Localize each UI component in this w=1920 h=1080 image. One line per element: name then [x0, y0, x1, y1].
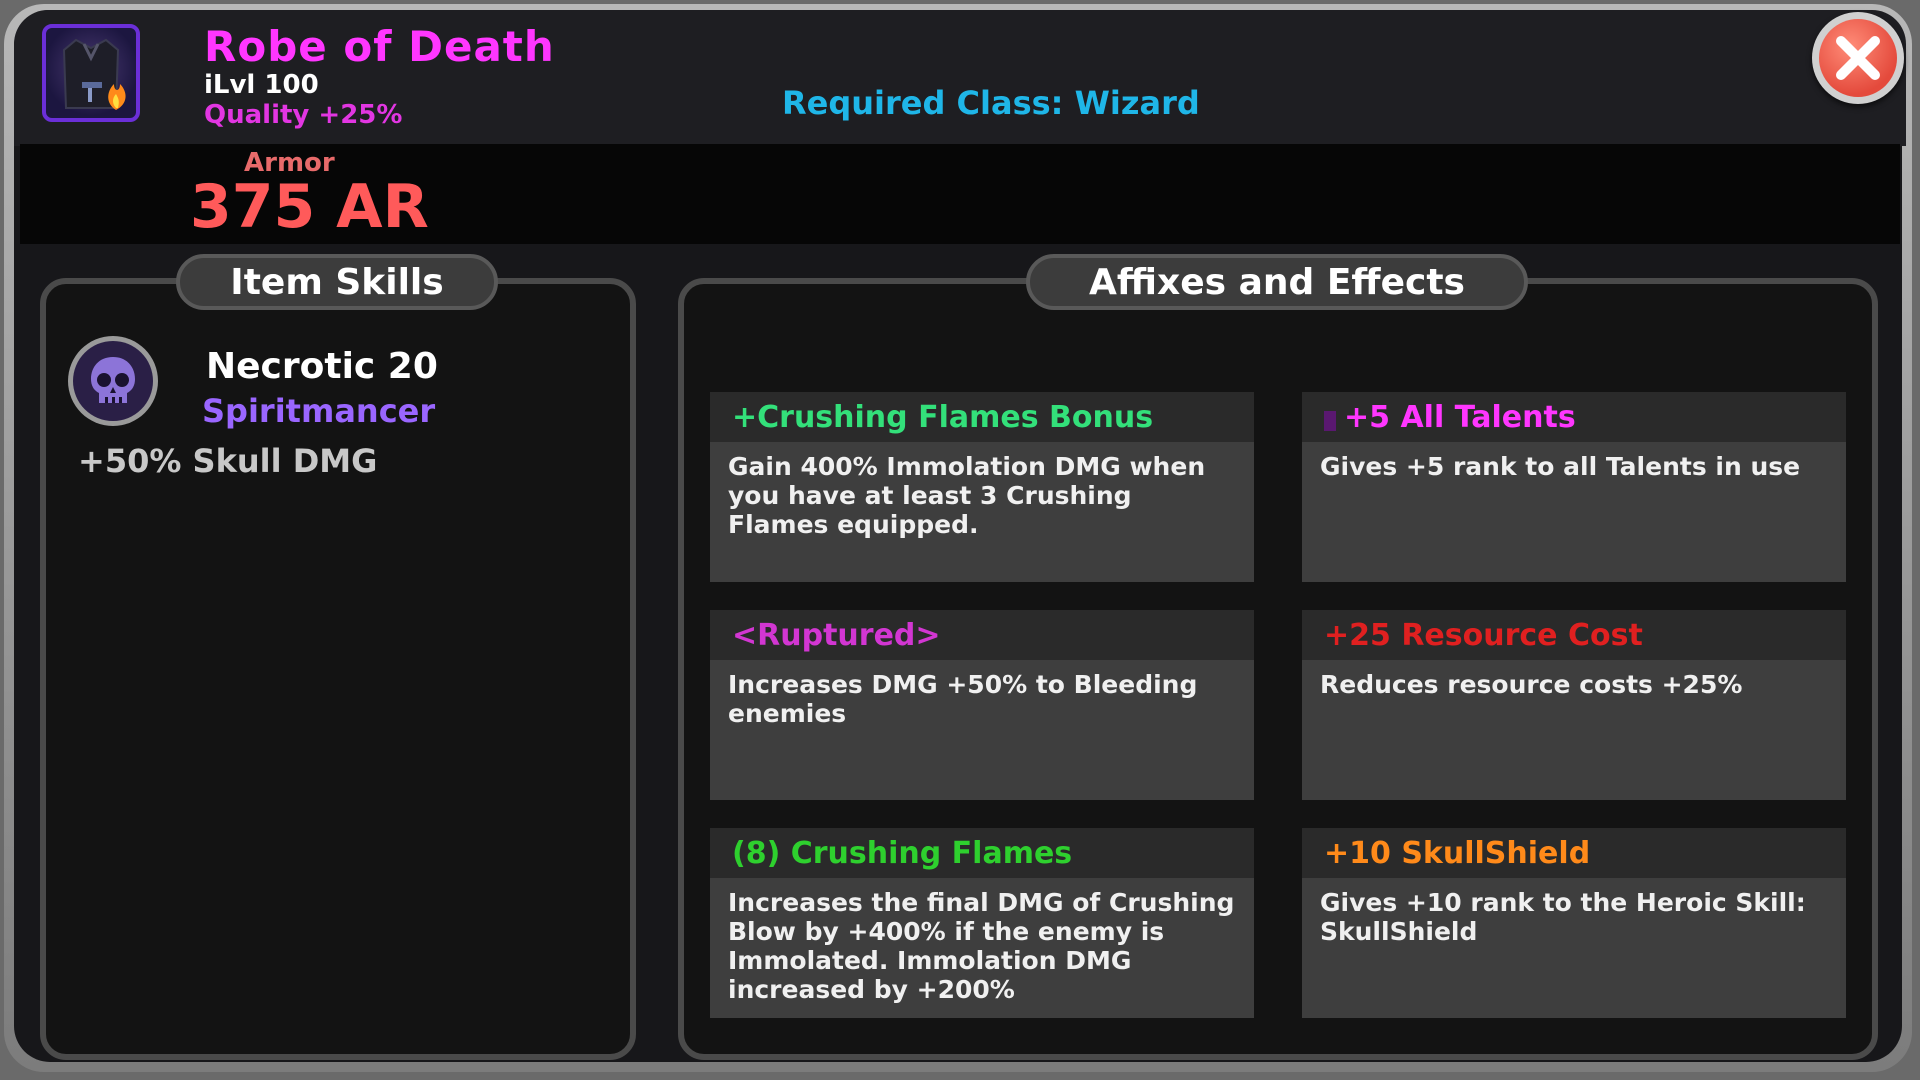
affix-description: Increases DMG +50% to Bleeding enemies: [728, 670, 1198, 728]
affix-title-text: +5 All Talents: [1344, 399, 1576, 435]
skill-icon-frame[interactable]: [68, 336, 158, 426]
affix-title: <Ruptured>: [710, 610, 1254, 660]
affix-card: +Crushing Flames Bonus Gain 400% Immolat…: [710, 392, 1254, 582]
affix-card: +5 All Talents Gives +5 rank to all Tale…: [1302, 392, 1846, 582]
affix-title-text: +10 SkullShield: [1324, 835, 1591, 871]
required-class: Required Class: Wizard: [782, 84, 1200, 122]
affix-title: +10 SkullShield: [1302, 828, 1846, 878]
affix-title: +Crushing Flames Bonus: [710, 392, 1254, 442]
armor-value: 375 AR: [190, 172, 429, 242]
affix-description: Increases the final DMG of Crushing Blow…: [728, 888, 1235, 1004]
affixes-header: Affixes and Effects: [1026, 254, 1528, 310]
affix-title-text: <Ruptured>: [732, 617, 941, 653]
item-name: Robe of Death: [204, 22, 555, 71]
talent-marker-icon: [1324, 411, 1336, 431]
affix-title: +5 All Talents: [1302, 392, 1846, 442]
affix-title-text: +25 Resource Cost: [1324, 617, 1643, 653]
close-button-face[interactable]: [1819, 19, 1897, 97]
skull-icon[interactable]: [73, 341, 153, 421]
close-button[interactable]: [1812, 12, 1904, 104]
item-quality: Quality +25%: [204, 100, 403, 130]
item-skills-header: Item Skills: [176, 254, 498, 310]
affix-title-text: (8) Crushing Flames: [732, 835, 1073, 871]
affix-title: (8) Crushing Flames: [710, 828, 1254, 878]
skill-name: Necrotic 20: [206, 346, 438, 387]
affix-title-text: +Crushing Flames Bonus: [732, 399, 1154, 435]
affix-description: Gives +10 rank to the Heroic Skill: Skul…: [1320, 888, 1806, 946]
close-icon[interactable]: [1819, 19, 1897, 97]
skill-class: Spiritmancer: [202, 392, 436, 430]
affix-description: Gives +5 rank to all Talents in use: [1320, 452, 1801, 481]
affix-title: +25 Resource Cost: [1302, 610, 1846, 660]
affix-card: +25 Resource Cost Reduces resource costs…: [1302, 610, 1846, 800]
affix-card: (8) Crushing Flames Increases the final …: [710, 828, 1254, 1018]
robe-icon: [42, 24, 140, 122]
item-level: iLvl 100: [204, 70, 319, 100]
affix-card: +10 SkullShield Gives +10 rank to the He…: [1302, 828, 1846, 1018]
affix-description: Reduces resource costs +25%: [1320, 670, 1743, 699]
affix-card: <Ruptured> Increases DMG +50% to Bleedin…: [710, 610, 1254, 800]
skill-bonus: +50% Skull DMG: [78, 442, 378, 480]
affix-description: Gain 400% Immolation DMG when you have a…: [728, 452, 1206, 539]
